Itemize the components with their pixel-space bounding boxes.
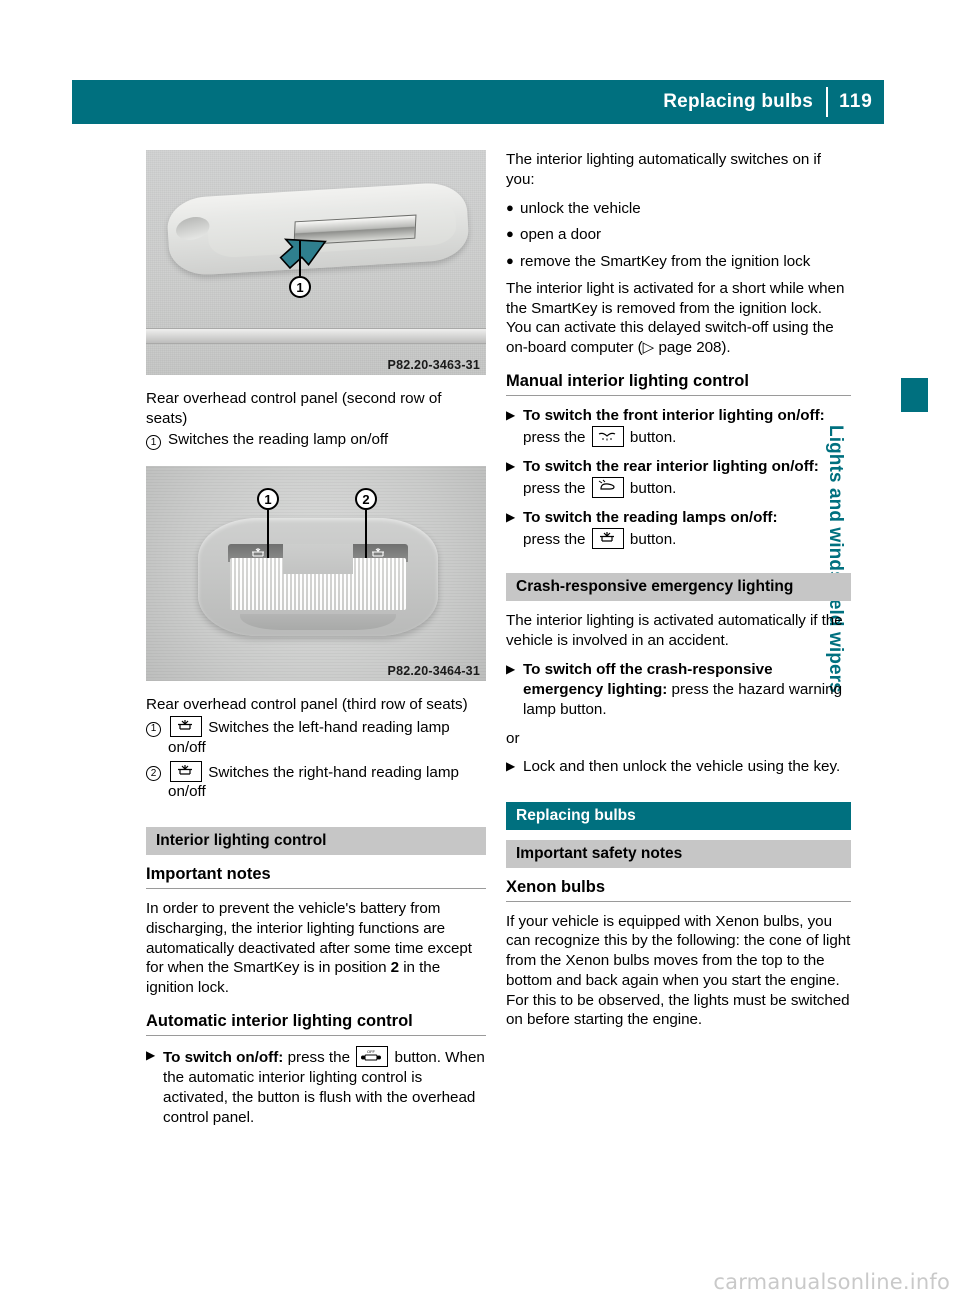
step-triangle-icon: ▶ <box>506 407 516 422</box>
bullet-item: ● remove the SmartKey from the ignition … <box>506 252 851 272</box>
bullet-item: ● unlock the vehicle <box>506 199 851 219</box>
watermark: carmanualsonline.info <box>713 1270 950 1294</box>
page-title: Replacing bulbs <box>663 91 813 112</box>
delayed-switch-off-paragraph: The interior light is activated for a sh… <box>506 279 845 356</box>
step-rear-interior-lighting: ▶ To switch the rear interior lighting o… <box>506 457 851 499</box>
figure2-item-2: 2 Switches the right-hand reading lamp o… <box>146 760 486 803</box>
auto-interior-light-off-icon: OFF <box>356 1045 389 1067</box>
right-column: The interior lighting automatically swit… <box>506 150 851 1039</box>
intro-paragraph: The interior lighting automatically swit… <box>506 151 821 188</box>
figure1-caption: Rear overhead control panel (second row … <box>146 390 442 427</box>
figure2-item-1: 1 Switches the left-hand reading lamp on… <box>146 716 486 758</box>
crash-paragraph: The interior lighting is activated autom… <box>506 612 843 649</box>
grab-handle-recess <box>173 213 212 244</box>
heading-automatic-interior-lighting-control: Automatic interior lighting control <box>146 1012 486 1036</box>
step-switch-off-crash-lighting: ▶ To switch off the crash-responsive eme… <box>506 660 851 720</box>
figure2-item-2-text: Switches the right-hand reading lamp on/… <box>168 763 459 801</box>
page-ref-icon: ▷ <box>642 339 659 356</box>
section-interior-lighting-control: Interior lighting control <box>146 827 486 855</box>
bullet-icon: ● <box>506 199 514 215</box>
step-automatic-switch-on-off: ▶ To switch on/off: press the OFF button… <box>146 1045 486 1128</box>
bullet-text: open a door <box>520 226 602 244</box>
reading-lamp-icon <box>370 546 386 558</box>
figure2-callout-line-2 <box>365 510 367 559</box>
step-reading-body: To switch the reading lamps on/off: pres… <box>523 509 778 550</box>
important-notes-paragraph: In order to prevent the vehicle's batter… <box>146 900 472 996</box>
figure1-callout-line <box>299 240 301 278</box>
reading-lamp-icon <box>250 546 266 558</box>
step-lock-unlock-vehicle: ▶ Lock and then unlock the vehicle using… <box>506 757 851 777</box>
or-label: or <box>506 729 520 747</box>
callout-number-badge: 2 <box>146 761 161 782</box>
callout-number-badge: 1 <box>146 716 161 737</box>
step-triangle-icon: ▶ <box>146 1047 156 1062</box>
reading-lamp-icon <box>170 760 202 782</box>
figure2-callout-line-1 <box>267 510 269 559</box>
heading-manual-interior-lighting-control: Manual interior lighting control <box>506 372 851 396</box>
step-lock-unlock-text: Lock and then unlock the vehicle using t… <box>523 757 841 775</box>
figure2-item-1-body: Switches the left-hand reading lamp on/o… <box>168 716 486 758</box>
overhead-control-panel-graphic <box>198 518 438 637</box>
page-reference: page 208 <box>658 339 722 356</box>
step-triangle-icon: ▶ <box>506 510 516 524</box>
heading-important-notes: Important notes <box>146 865 486 889</box>
step-triangle-icon: ▶ <box>506 458 516 473</box>
figure2-item-1-text: Switches the left-hand reading lamp on/o… <box>168 719 450 756</box>
section-replacing-bulbs: Replacing bulbs <box>506 801 851 830</box>
bullet-icon: ● <box>506 253 514 268</box>
callout-number-badge: 1 <box>146 430 161 451</box>
panel-center-section <box>283 544 353 575</box>
headliner-trim <box>146 328 486 344</box>
figure2-item-2-body: Switches the right-hand reading lamp on/… <box>168 760 486 803</box>
step-automatic-body: To switch on/off: press the OFF button. … <box>163 1045 486 1128</box>
step-crash-body: To switch off the crash-responsive emerg… <box>523 660 843 718</box>
step-rear-body: To switch the rear interior lighting on/… <box>523 457 819 498</box>
svg-text:OFF: OFF <box>367 1049 376 1054</box>
reading-lamp-icon <box>591 528 624 550</box>
section-crash-responsive-emergency-lighting: Crash-responsive emergency lighting <box>506 573 851 602</box>
bullet-text: unlock the vehicle <box>520 199 641 217</box>
page-number: 119 <box>839 91 873 112</box>
figure2-caption: Rear overhead control panel (third row o… <box>146 696 468 714</box>
figure1-item-1: 1 Switches the reading lamp on/off <box>146 430 486 451</box>
figure1-code: P82.20-3463-31 <box>387 358 480 372</box>
step-front-interior-lighting: ▶ To switch the front interior lighting … <box>506 406 851 448</box>
bullet-text: remove the SmartKey from the ignition lo… <box>520 253 811 270</box>
section-important-safety-notes: Important safety notes <box>506 839 851 868</box>
figure1-item-1-text: Switches the reading lamp on/off <box>168 430 389 448</box>
figure2-code: P82.20-3464-31 <box>387 664 480 679</box>
page-header-bar: Replacing bulbs 119 <box>72 80 884 124</box>
reading-lamp-icon <box>170 716 202 737</box>
bullet-item: ● open a door <box>506 225 851 245</box>
rear-interior-light-icon <box>591 476 624 498</box>
left-column: 1 P82.20-3463-31 Rear overhead control p… <box>146 150 486 1137</box>
figure-rear-overhead-panel-third-row: 1 2 P82.20-3464-31 <box>146 466 486 682</box>
bullet-icon: ● <box>506 226 514 242</box>
side-tab-marker <box>901 378 928 412</box>
front-interior-light-icon <box>591 425 624 447</box>
step-triangle-icon: ▶ <box>506 758 516 773</box>
heading-xenon-bulbs: Xenon bulbs <box>506 878 851 902</box>
step-triangle-icon: ▶ <box>506 661 516 676</box>
figure-rear-overhead-panel-second-row: 1 P82.20-3463-31 <box>146 150 486 375</box>
panel-lower-edge <box>240 614 396 631</box>
step-front-body: To switch the front interior lighting on… <box>523 406 825 447</box>
figure1-callout-1: 1 <box>289 276 311 298</box>
step-reading-lamps: ▶ To switch the reading lamps on/off: pr… <box>506 508 851 550</box>
xenon-paragraph: If your vehicle is equipped with Xenon b… <box>506 912 851 1029</box>
